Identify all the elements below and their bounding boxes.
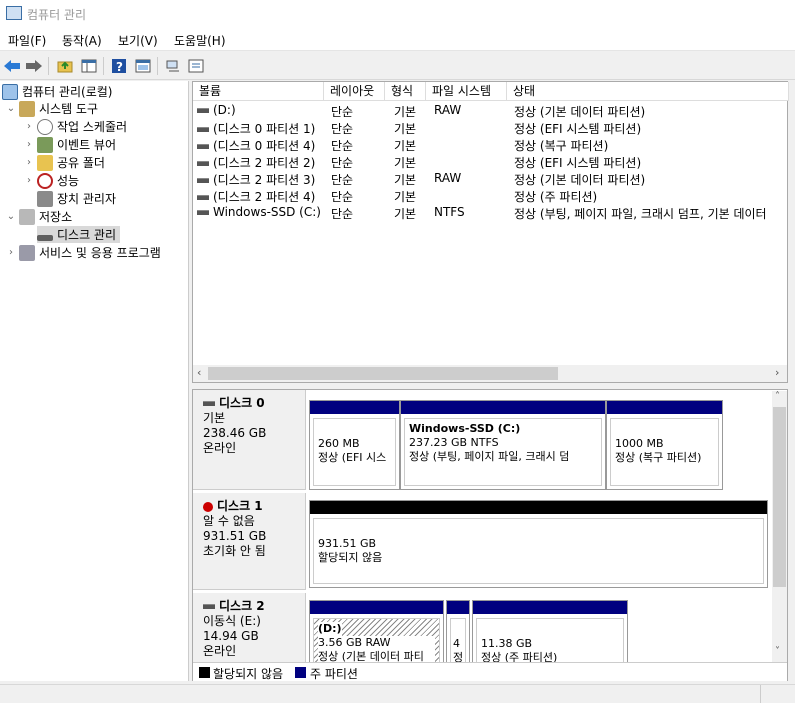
- clock-icon: [37, 118, 53, 135]
- volume-list: 볼륨 레이아웃 형식 파일 시스템 상태 (D:) 단순 기본 RAW 정상 (…: [192, 81, 789, 383]
- show-hide-tree-icon[interactable]: [79, 56, 99, 76]
- chevron-down-icon[interactable]: ⌄: [6, 211, 16, 222]
- disk-icon: [203, 604, 215, 609]
- drive-icon: [197, 127, 209, 132]
- tree-performance[interactable]: › 성능: [24, 172, 79, 189]
- status-bar: [0, 684, 795, 703]
- chevron-down-icon[interactable]: ⌄: [6, 103, 16, 114]
- column-header-volume[interactable]: 볼륨: [193, 82, 324, 101]
- disk-map: 디스크 0 기본 238.46 GB 온라인 260 MB 정상 (EFI 시스…: [192, 389, 788, 681]
- chevron-right-icon[interactable]: ›: [24, 139, 34, 150]
- chevron-right-icon[interactable]: ›: [24, 157, 34, 168]
- window-title: 컴퓨터 관리: [27, 8, 87, 22]
- device-manager-icon: [37, 190, 53, 207]
- volume-row[interactable]: (디스크 2 파티션 4) 단순 기본 정상 (주 파티션): [193, 187, 789, 204]
- drive-icon: [197, 108, 209, 113]
- column-header-status[interactable]: 상태: [507, 82, 789, 101]
- chevron-right-icon[interactable]: ›: [24, 175, 34, 186]
- drive-icon: [197, 210, 209, 215]
- volume-row[interactable]: Windows-SSD (C:) 단순 기본 NTFS 정상 (부팅, 페이지 …: [193, 204, 789, 221]
- properties-view-icon[interactable]: [133, 56, 153, 76]
- toolbar: ?: [0, 52, 795, 80]
- title-bar: 컴퓨터 관리: [0, 0, 795, 28]
- disk-1-label[interactable]: 디스크 1 알 수 없음 931.51 GB 초기화 안 됨: [193, 493, 306, 590]
- tree-services[interactable]: › 서비스 및 응용 프로그램: [6, 244, 161, 261]
- list-view-icon[interactable]: [186, 56, 206, 76]
- disk-drive-icon: [37, 234, 53, 241]
- tree-root[interactable]: 컴퓨터 관리(로컬): [2, 83, 112, 100]
- event-log-icon: [37, 136, 53, 153]
- tree-system-tools[interactable]: ⌄ 시스템 도구: [6, 100, 98, 117]
- column-header-filesystem[interactable]: 파일 시스템: [426, 82, 507, 101]
- disk-0-partition-recovery[interactable]: 1000 MB 정상 (복구 파티션): [606, 400, 723, 490]
- chevron-up-icon[interactable]: ˄: [775, 391, 780, 402]
- chevron-left-icon[interactable]: ‹: [197, 366, 201, 379]
- drive-icon: [197, 144, 209, 149]
- volume-row[interactable]: (디스크 2 파티션 3) 단순 기본 RAW 정상 (기본 데이터 파티션): [193, 170, 789, 187]
- disk-0-label[interactable]: 디스크 0 기본 238.46 GB 온라인: [193, 390, 306, 490]
- drive-icon: [197, 195, 209, 200]
- primary-swatch: [295, 667, 306, 678]
- menu-help[interactable]: 도움말(H): [174, 32, 226, 49]
- svg-text:?: ?: [116, 60, 123, 74]
- disk-0-partition-c[interactable]: Windows-SSD (C:) 237.23 GB NTFS 정상 (부팅, …: [400, 400, 606, 490]
- menu-view[interactable]: 보기(V): [118, 32, 158, 49]
- drive-icon: [197, 178, 209, 183]
- chevron-right-icon[interactable]: ›: [775, 366, 779, 379]
- error-icon: [203, 501, 213, 512]
- disk-0-partition-1[interactable]: 260 MB 정상 (EFI 시스: [309, 400, 400, 490]
- tree-disk-management[interactable]: 디스크 관리: [37, 226, 121, 243]
- tree-task-scheduler[interactable]: › 작업 스케줄러: [24, 118, 127, 135]
- chevron-right-icon[interactable]: ›: [24, 121, 34, 132]
- volume-row[interactable]: (디스크 0 파티션 1) 단순 기본 정상 (EFI 시스템 파티션): [193, 119, 789, 136]
- volume-row[interactable]: (디스크 0 파티션 4) 단순 기본 정상 (복구 파티션): [193, 136, 789, 153]
- tools-icon: [19, 100, 35, 117]
- computer-management-icon: [6, 6, 22, 20]
- disk-icon: [203, 401, 215, 406]
- menu-action[interactable]: 동작(A): [62, 32, 102, 49]
- navigation-tree: 컴퓨터 관리(로컬) ⌄ 시스템 도구 › 작업 스케줄러 › 이벤트 뷰어 ›…: [0, 81, 189, 681]
- forward-arrow-icon[interactable]: [24, 56, 44, 76]
- status-divider: [760, 685, 761, 703]
- column-header-layout[interactable]: 레이아웃: [324, 82, 385, 101]
- drive-icon: [197, 161, 209, 166]
- computer-management-icon: [2, 83, 18, 100]
- legend-unallocated: 할당되지 않음: [213, 667, 284, 681]
- tree-storage[interactable]: ⌄ 저장소: [6, 208, 72, 225]
- menu-bar: 파일(F) 동작(A) 보기(V) 도움말(H): [0, 28, 795, 51]
- shared-folder-icon: [37, 154, 53, 171]
- chevron-right-icon[interactable]: ›: [6, 247, 16, 258]
- disk-1-unallocated[interactable]: 931.51 GB 할당되지 않음: [309, 500, 768, 588]
- chevron-down-icon[interactable]: ˅: [775, 646, 780, 657]
- horizontal-scroll-thumb[interactable]: [208, 367, 558, 380]
- help-icon[interactable]: ?: [109, 56, 129, 76]
- vertical-scroll-thumb[interactable]: [773, 407, 786, 587]
- legend-primary: 주 파티션: [310, 667, 358, 681]
- back-arrow-icon[interactable]: [2, 56, 22, 76]
- column-header-type[interactable]: 형식: [385, 82, 426, 101]
- up-folder-icon[interactable]: [55, 56, 75, 76]
- tree-root-label: 컴퓨터 관리(로컬): [22, 85, 113, 99]
- tree-shared-folders[interactable]: › 공유 폴더: [24, 154, 105, 171]
- menu-file[interactable]: 파일(F): [8, 32, 46, 49]
- legend: 할당되지 않음 주 파티션: [193, 662, 787, 681]
- tree-event-viewer[interactable]: › 이벤트 뷰어: [24, 136, 116, 153]
- volume-row[interactable]: (D:) 단순 기본 RAW 정상 (기본 데이터 파티션): [193, 102, 789, 119]
- tree-device-manager[interactable]: 장치 관리자: [37, 190, 116, 207]
- volume-row[interactable]: (디스크 2 파티션 2) 단순 기본 정상 (EFI 시스템 파티션): [193, 153, 789, 170]
- services-icon: [19, 244, 35, 261]
- connect-icon[interactable]: [163, 56, 183, 76]
- unallocated-swatch: [199, 667, 210, 678]
- storage-icon: [19, 208, 35, 225]
- performance-icon: [37, 172, 53, 189]
